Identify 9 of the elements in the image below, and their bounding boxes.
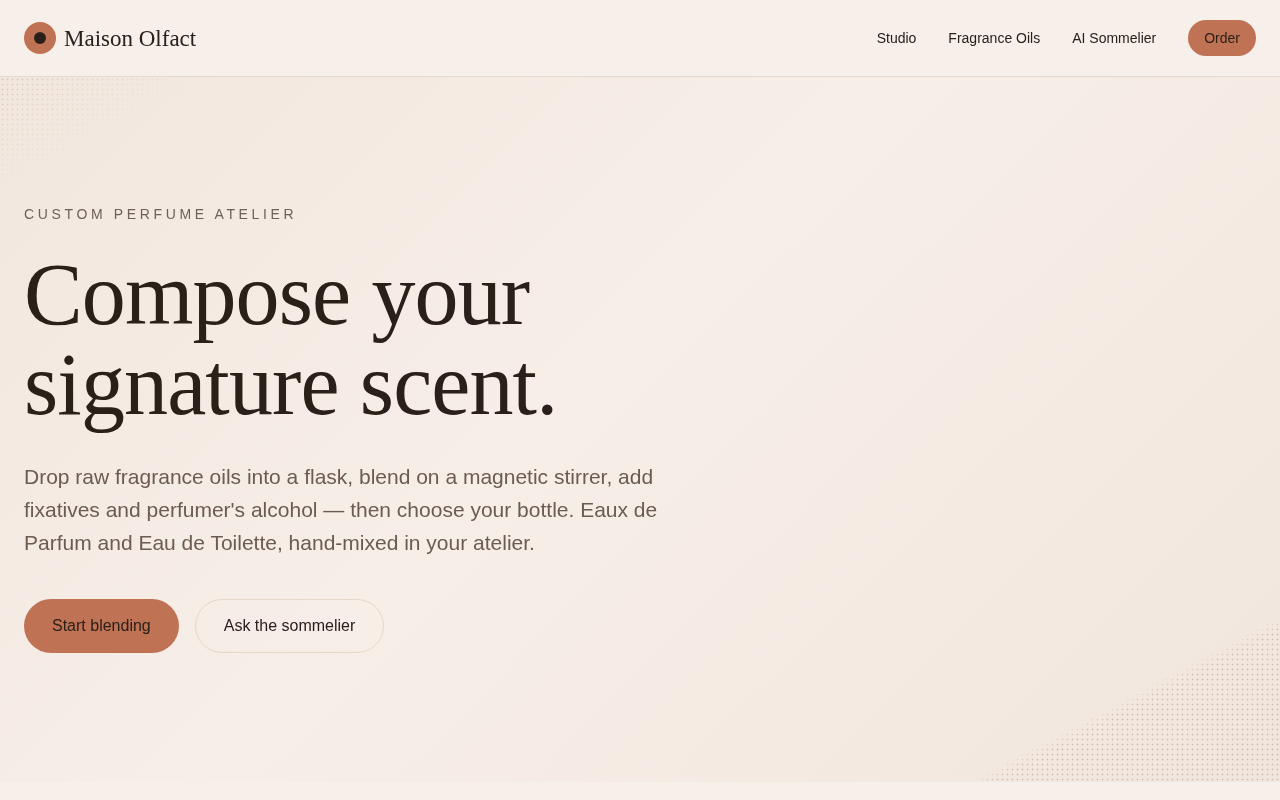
nav-link[interactable]: Studio xyxy=(876,27,917,49)
start-button[interactable]: Start blending xyxy=(24,599,179,653)
nav-link[interactable]: AI Sommelier xyxy=(1072,27,1157,49)
eyebrow-text: CUSTOM PERFUME ATELIER xyxy=(24,205,298,224)
brand-name: Maison Olfact xyxy=(64,26,197,50)
logo-icon xyxy=(24,22,56,54)
nav-link[interactable]: Fragrance Oils xyxy=(948,27,1041,49)
hero-description: Drop raw fragrance oils into a flask, blend on a magnetic stirrer, add fixatives and perfumer's alcohol — then choose your bottle. Eaux de Parfum and Eau de Toilette, hand-mixed in your atelier. xyxy=(24,464,659,556)
order-button[interactable]: Order xyxy=(1188,20,1256,56)
